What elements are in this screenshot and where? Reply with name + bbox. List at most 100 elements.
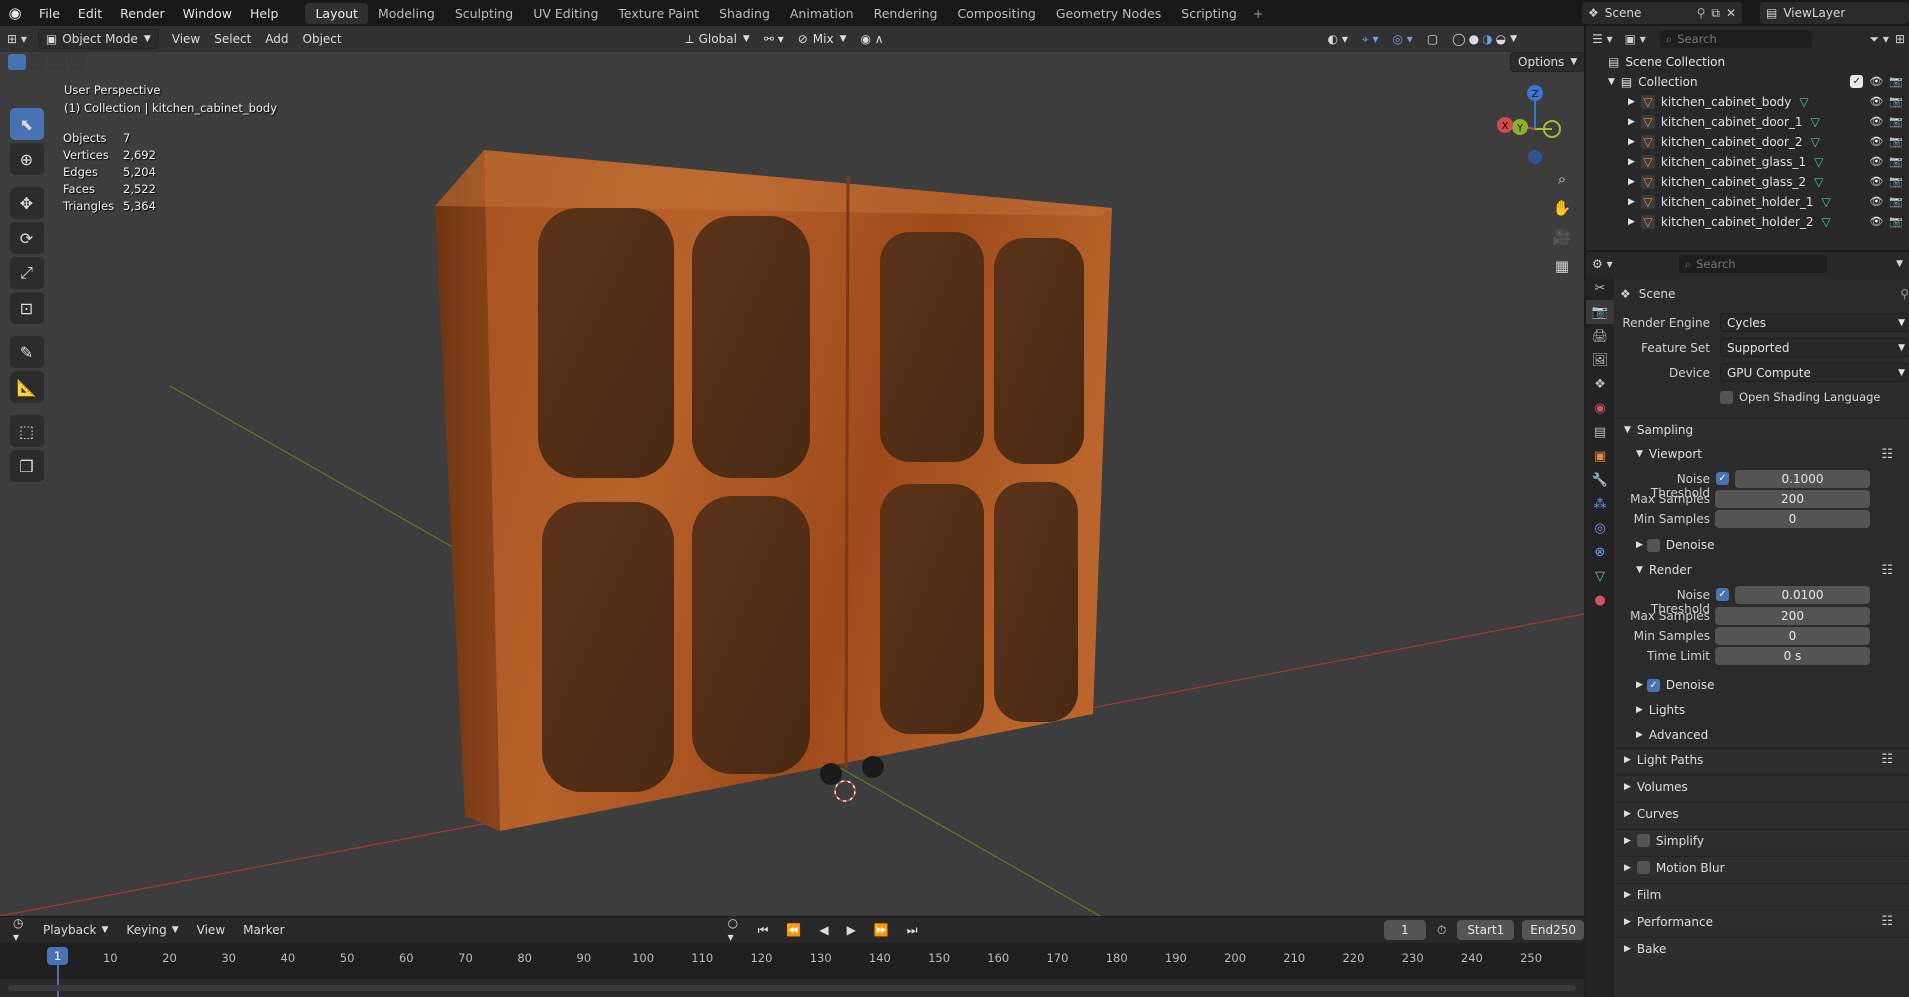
viewport-subpanel-header[interactable]: ▼ Viewport ☷	[1616, 443, 1909, 465]
overlay-toggle-icon[interactable]: ◎ ▾	[1386, 29, 1420, 49]
start-frame-field[interactable]: Start 1	[1457, 920, 1515, 940]
feature-set-dropdown[interactable]: Supported ▼	[1720, 338, 1909, 357]
outliner-object-row[interactable]: ▶ ▽ kitchen_cabinet_door_1 ▽ 👁 📷	[1586, 112, 1909, 132]
pin-icon[interactable]: ⚲	[1697, 6, 1706, 20]
display-mode-icon[interactable]: ▣ ▾	[1625, 32, 1646, 46]
tab-compositing[interactable]: Compositing	[947, 3, 1045, 24]
collection-row[interactable]: ▼ ▤ Collection ✓ 👁 📷	[1586, 72, 1909, 92]
orientation-dropdown[interactable]: ⟂ Global ▼	[679, 29, 757, 49]
menu-help[interactable]: Help	[241, 6, 288, 21]
menu-playback[interactable]: Playback ▼	[36, 920, 115, 940]
current-frame-field[interactable]: 1	[1383, 920, 1426, 940]
outliner-search-input[interactable]: ⌕ Search	[1659, 30, 1812, 48]
output-tab-icon[interactable]: 🖨	[1586, 324, 1614, 348]
expand-chevron-icon[interactable]: ▶	[1628, 137, 1635, 147]
presets-list-icon[interactable]: ☷	[1881, 914, 1893, 929]
vp-noise-threshold-field[interactable]: 0.1000	[1735, 470, 1870, 488]
r-denoise-subpanel[interactable]: ▶ ✓ Denoise	[1616, 674, 1909, 696]
scale-tool-icon[interactable]: ⤢	[9, 257, 44, 289]
autokey-icon[interactable]: ○ ▾	[721, 916, 747, 944]
outliner-object-row[interactable]: ▶ ▽ kitchen_cabinet_holder_2 ▽ 👁 📷	[1586, 212, 1909, 232]
device-dropdown[interactable]: GPU Compute ▼	[1720, 363, 1909, 382]
r-time-limit-field[interactable]: 0 s	[1715, 647, 1870, 665]
filter-icon[interactable]: ⏷ ▾	[1869, 32, 1888, 47]
osl-row[interactable]: Open Shading Language	[1720, 387, 1909, 407]
editor-type-icon[interactable]: ⊞ ▾	[0, 29, 34, 49]
mesh-data-icon[interactable]: ▽	[1814, 175, 1823, 189]
r-denoise-checkbox[interactable]: ✓	[1646, 678, 1660, 692]
particles-tab-icon[interactable]: ⁂	[1586, 492, 1614, 516]
sampling-panel-header[interactable]: ▼ Sampling	[1616, 418, 1909, 440]
viewport-scene[interactable]: Z Y X	[0, 26, 1584, 916]
frame-ruler[interactable]: 1102030405060708090100110120130140150160…	[0, 943, 1584, 997]
menu-render[interactable]: Render	[111, 6, 174, 21]
outliner-editor-type-icon[interactable]: ☰ ▾	[1592, 32, 1613, 46]
cursor-tool-icon[interactable]: ⊕	[9, 143, 44, 175]
render-subpanel-header[interactable]: ▼ Render ☷	[1616, 559, 1909, 581]
scene-collection-row[interactable]: ▤ Scene Collection	[1586, 52, 1909, 72]
outliner-object-row[interactable]: ▶ ▽ kitchen_cabinet_door_2 ▽ 👁 📷	[1586, 132, 1909, 152]
physics-tab-icon[interactable]: ◎	[1586, 516, 1614, 540]
select-invert-icon[interactable]	[68, 54, 86, 70]
properties-search-input[interactable]: ⌕ Search	[1678, 255, 1827, 273]
camera-icon[interactable]: 📷	[1889, 175, 1903, 188]
scene-selector[interactable]: ❖ Scene ⚲ ⧉ ✕	[1582, 2, 1742, 24]
annotate-tool-icon[interactable]: ✎	[9, 336, 44, 368]
camera-icon[interactable]: 📷	[1889, 75, 1903, 88]
camera-view-icon[interactable]: 🎥	[1548, 223, 1576, 251]
tab-uv-editing[interactable]: UV Editing	[523, 3, 608, 24]
eye-icon[interactable]: 👁	[1869, 195, 1883, 208]
play-icon[interactable]: ▶	[840, 920, 863, 940]
menu-add[interactable]: Add	[258, 29, 295, 49]
delete-scene-icon[interactable]: ✕	[1726, 6, 1742, 20]
eye-icon[interactable]: 👁	[1869, 175, 1883, 188]
shading-modes[interactable]: ◯ ● ◑ ◒ ▼	[1445, 29, 1524, 49]
vp-denoise-checkbox[interactable]	[1646, 538, 1660, 552]
checkbox-icon[interactable]: ✓	[1850, 75, 1864, 88]
solid-shading-icon[interactable]: ●	[1469, 32, 1479, 46]
vp-noise-threshold-checkbox[interactable]: ✓	[1716, 472, 1729, 485]
panel-volumes[interactable]: ▶ Volumes	[1616, 775, 1909, 797]
expand-chevron-icon[interactable]: ▶	[1628, 197, 1635, 207]
snap-dropdown[interactable]: ⊘ Mix ▼	[791, 29, 854, 49]
mesh-data-icon[interactable]: ▽	[1822, 195, 1831, 209]
advanced-subpanel[interactable]: ▶ Advanced	[1616, 724, 1909, 746]
lights-subpanel[interactable]: ▶ Lights	[1616, 699, 1909, 721]
view-layer-selector[interactable]: ▤ ViewLayer	[1760, 2, 1909, 24]
r-noise-threshold-field[interactable]: 0.0100	[1735, 586, 1870, 604]
render-tab-icon[interactable]: 📷	[1586, 300, 1614, 324]
presets-list-icon[interactable]: ☷	[1881, 447, 1893, 462]
panel-motion-blur[interactable]: ▶ Motion Blur	[1616, 856, 1909, 878]
menu-keying[interactable]: Keying ▼	[119, 920, 185, 940]
tab-animation[interactable]: Animation	[780, 3, 864, 24]
outliner-object-row[interactable]: ▶ ▽ kitchen_cabinet_body ▽ 👁 📷	[1586, 92, 1909, 112]
select-new-icon[interactable]	[8, 54, 26, 70]
eye-icon[interactable]: 👁	[1869, 95, 1883, 108]
timeline-scrollbar[interactable]	[8, 985, 1576, 991]
r-noise-threshold-checkbox[interactable]: ✓	[1716, 588, 1729, 601]
menu-select[interactable]: Select	[207, 29, 258, 49]
view-layer-tab-icon[interactable]: 🖼	[1586, 348, 1614, 372]
outliner-object-row[interactable]: ▶ ▽ kitchen_cabinet_glass_2 ▽ 👁 📷	[1586, 172, 1909, 192]
presets-list-icon[interactable]: ☷	[1881, 752, 1893, 767]
eye-icon[interactable]: 👁	[1869, 135, 1883, 148]
menu-view[interactable]: View	[165, 29, 207, 49]
pan-hand-icon[interactable]: ✋	[1548, 194, 1576, 222]
render-engine-dropdown[interactable]: Cycles ▼	[1720, 313, 1909, 332]
eye-icon[interactable]: 👁	[1869, 215, 1883, 228]
measure-tool-icon[interactable]: 📐	[9, 371, 44, 403]
vp-min-samples-field[interactable]: 0	[1715, 510, 1870, 528]
outliner-object-row[interactable]: ▶ ▽ kitchen_cabinet_glass_1 ▽ 👁 📷	[1586, 152, 1909, 172]
vp-max-samples-field[interactable]: 200	[1715, 490, 1870, 508]
properties-editor-type-icon[interactable]: ⚙ ▾	[1592, 257, 1613, 271]
material-tab-icon[interactable]: ●	[1586, 588, 1614, 612]
pin-icon[interactable]: ⚲	[1900, 287, 1909, 301]
navigation-gizmo[interactable]: Z Y X	[1497, 85, 1561, 164]
tab-rendering[interactable]: Rendering	[864, 3, 948, 24]
menu-edit[interactable]: Edit	[69, 6, 111, 21]
expand-chevron-icon[interactable]: ▶	[1628, 97, 1635, 107]
eye-icon[interactable]: 👁	[1869, 115, 1883, 128]
mesh-data-icon[interactable]: ▽	[1799, 95, 1808, 109]
new-scene-icon[interactable]: ⧉	[1711, 6, 1720, 21]
timeline-editor-type-icon[interactable]: ◷ ▾	[6, 916, 32, 944]
